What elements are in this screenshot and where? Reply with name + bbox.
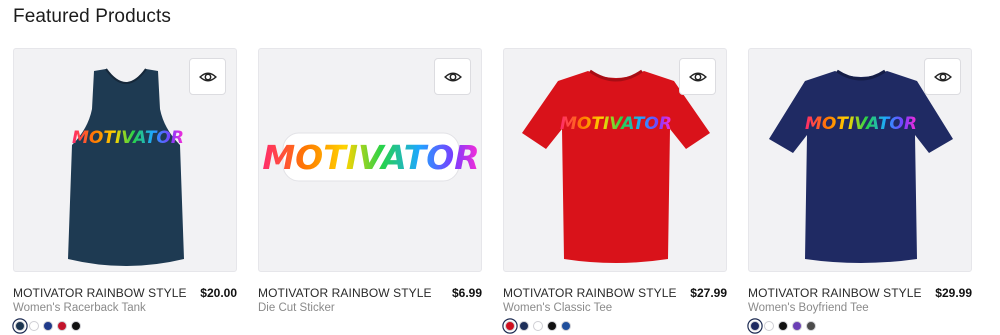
graphic-text: MOTIVATOR	[72, 128, 184, 148]
product-image[interactable]: MOTIVATOR	[503, 48, 727, 272]
tee-body-shape	[769, 71, 953, 263]
color-swatch[interactable]	[43, 321, 53, 331]
tee-body-shape	[522, 71, 710, 263]
color-swatch[interactable]	[71, 321, 81, 331]
color-swatch[interactable]	[29, 321, 39, 331]
product-image[interactable]: MOTIVATOR	[258, 48, 482, 272]
color-swatch[interactable]	[561, 321, 571, 331]
eye-icon	[688, 72, 707, 81]
eye-icon	[933, 72, 952, 81]
product-price: $27.99	[690, 286, 727, 300]
quick-view-button[interactable]	[189, 58, 226, 95]
product-price: $6.99	[451, 286, 482, 300]
color-swatch[interactable]	[792, 321, 802, 331]
product-title[interactable]: MOTIVATOR RAINBOW STYLE	[748, 286, 922, 300]
product-type: Women's Boyfriend Tee	[748, 302, 869, 314]
eye-icon	[198, 72, 217, 81]
color-swatches	[15, 321, 81, 333]
color-swatch[interactable]	[533, 321, 543, 331]
product-type: Women's Classic Tee	[503, 302, 613, 314]
product-card[interactable]: MOTIVATOR MOTIVATOR RAINBOW STYLE $20.00…	[13, 48, 237, 335]
section-title: Featured Products	[13, 6, 172, 27]
product-title[interactable]: MOTIVATOR RAINBOW STYLE	[503, 286, 677, 300]
product-card[interactable]: MOTIVATOR MOTIVATOR RAINBOW STYLE $27.99…	[503, 48, 727, 335]
graphic-text: MOTIVATOR	[805, 114, 917, 134]
color-swatch[interactable]	[57, 321, 67, 331]
color-swatch[interactable]	[764, 321, 774, 331]
color-swatch[interactable]	[547, 321, 557, 331]
quick-view-button[interactable]	[434, 58, 471, 95]
product-grid: MOTIVATOR MOTIVATOR RAINBOW STYLE $20.00…	[13, 48, 973, 335]
product-image[interactable]: MOTIVATOR	[748, 48, 972, 272]
color-swatches	[505, 321, 571, 333]
graphic-text: MOTIVATOR	[262, 138, 479, 177]
color-swatch[interactable]	[778, 321, 788, 331]
color-swatch[interactable]	[15, 321, 25, 331]
product-title[interactable]: MOTIVATOR RAINBOW STYLE	[258, 286, 432, 300]
color-swatch[interactable]	[806, 321, 816, 331]
product-image[interactable]: MOTIVATOR	[13, 48, 237, 272]
product-price: $29.99	[935, 286, 972, 300]
product-type: Die Cut Sticker	[258, 302, 335, 314]
quick-view-button[interactable]	[679, 58, 716, 95]
color-swatch[interactable]	[505, 321, 515, 331]
quick-view-button[interactable]	[924, 58, 961, 95]
graphic-text: MOTIVATOR	[560, 114, 672, 134]
color-swatch[interactable]	[750, 321, 760, 331]
eye-icon	[443, 72, 462, 81]
tank-body-shape	[68, 69, 184, 266]
product-card[interactable]: MOTIVATOR MOTIVATOR RAINBOW STYLE $29.99…	[748, 48, 972, 335]
color-swatch[interactable]	[519, 321, 529, 331]
color-swatches	[750, 321, 816, 333]
product-type: Women's Racerback Tank	[13, 302, 146, 314]
product-title[interactable]: MOTIVATOR RAINBOW STYLE	[13, 286, 187, 300]
product-price: $20.00	[200, 286, 237, 300]
product-card[interactable]: MOTIVATOR MOTIVATOR RAINBOW STYLE $6.99 …	[258, 48, 482, 335]
